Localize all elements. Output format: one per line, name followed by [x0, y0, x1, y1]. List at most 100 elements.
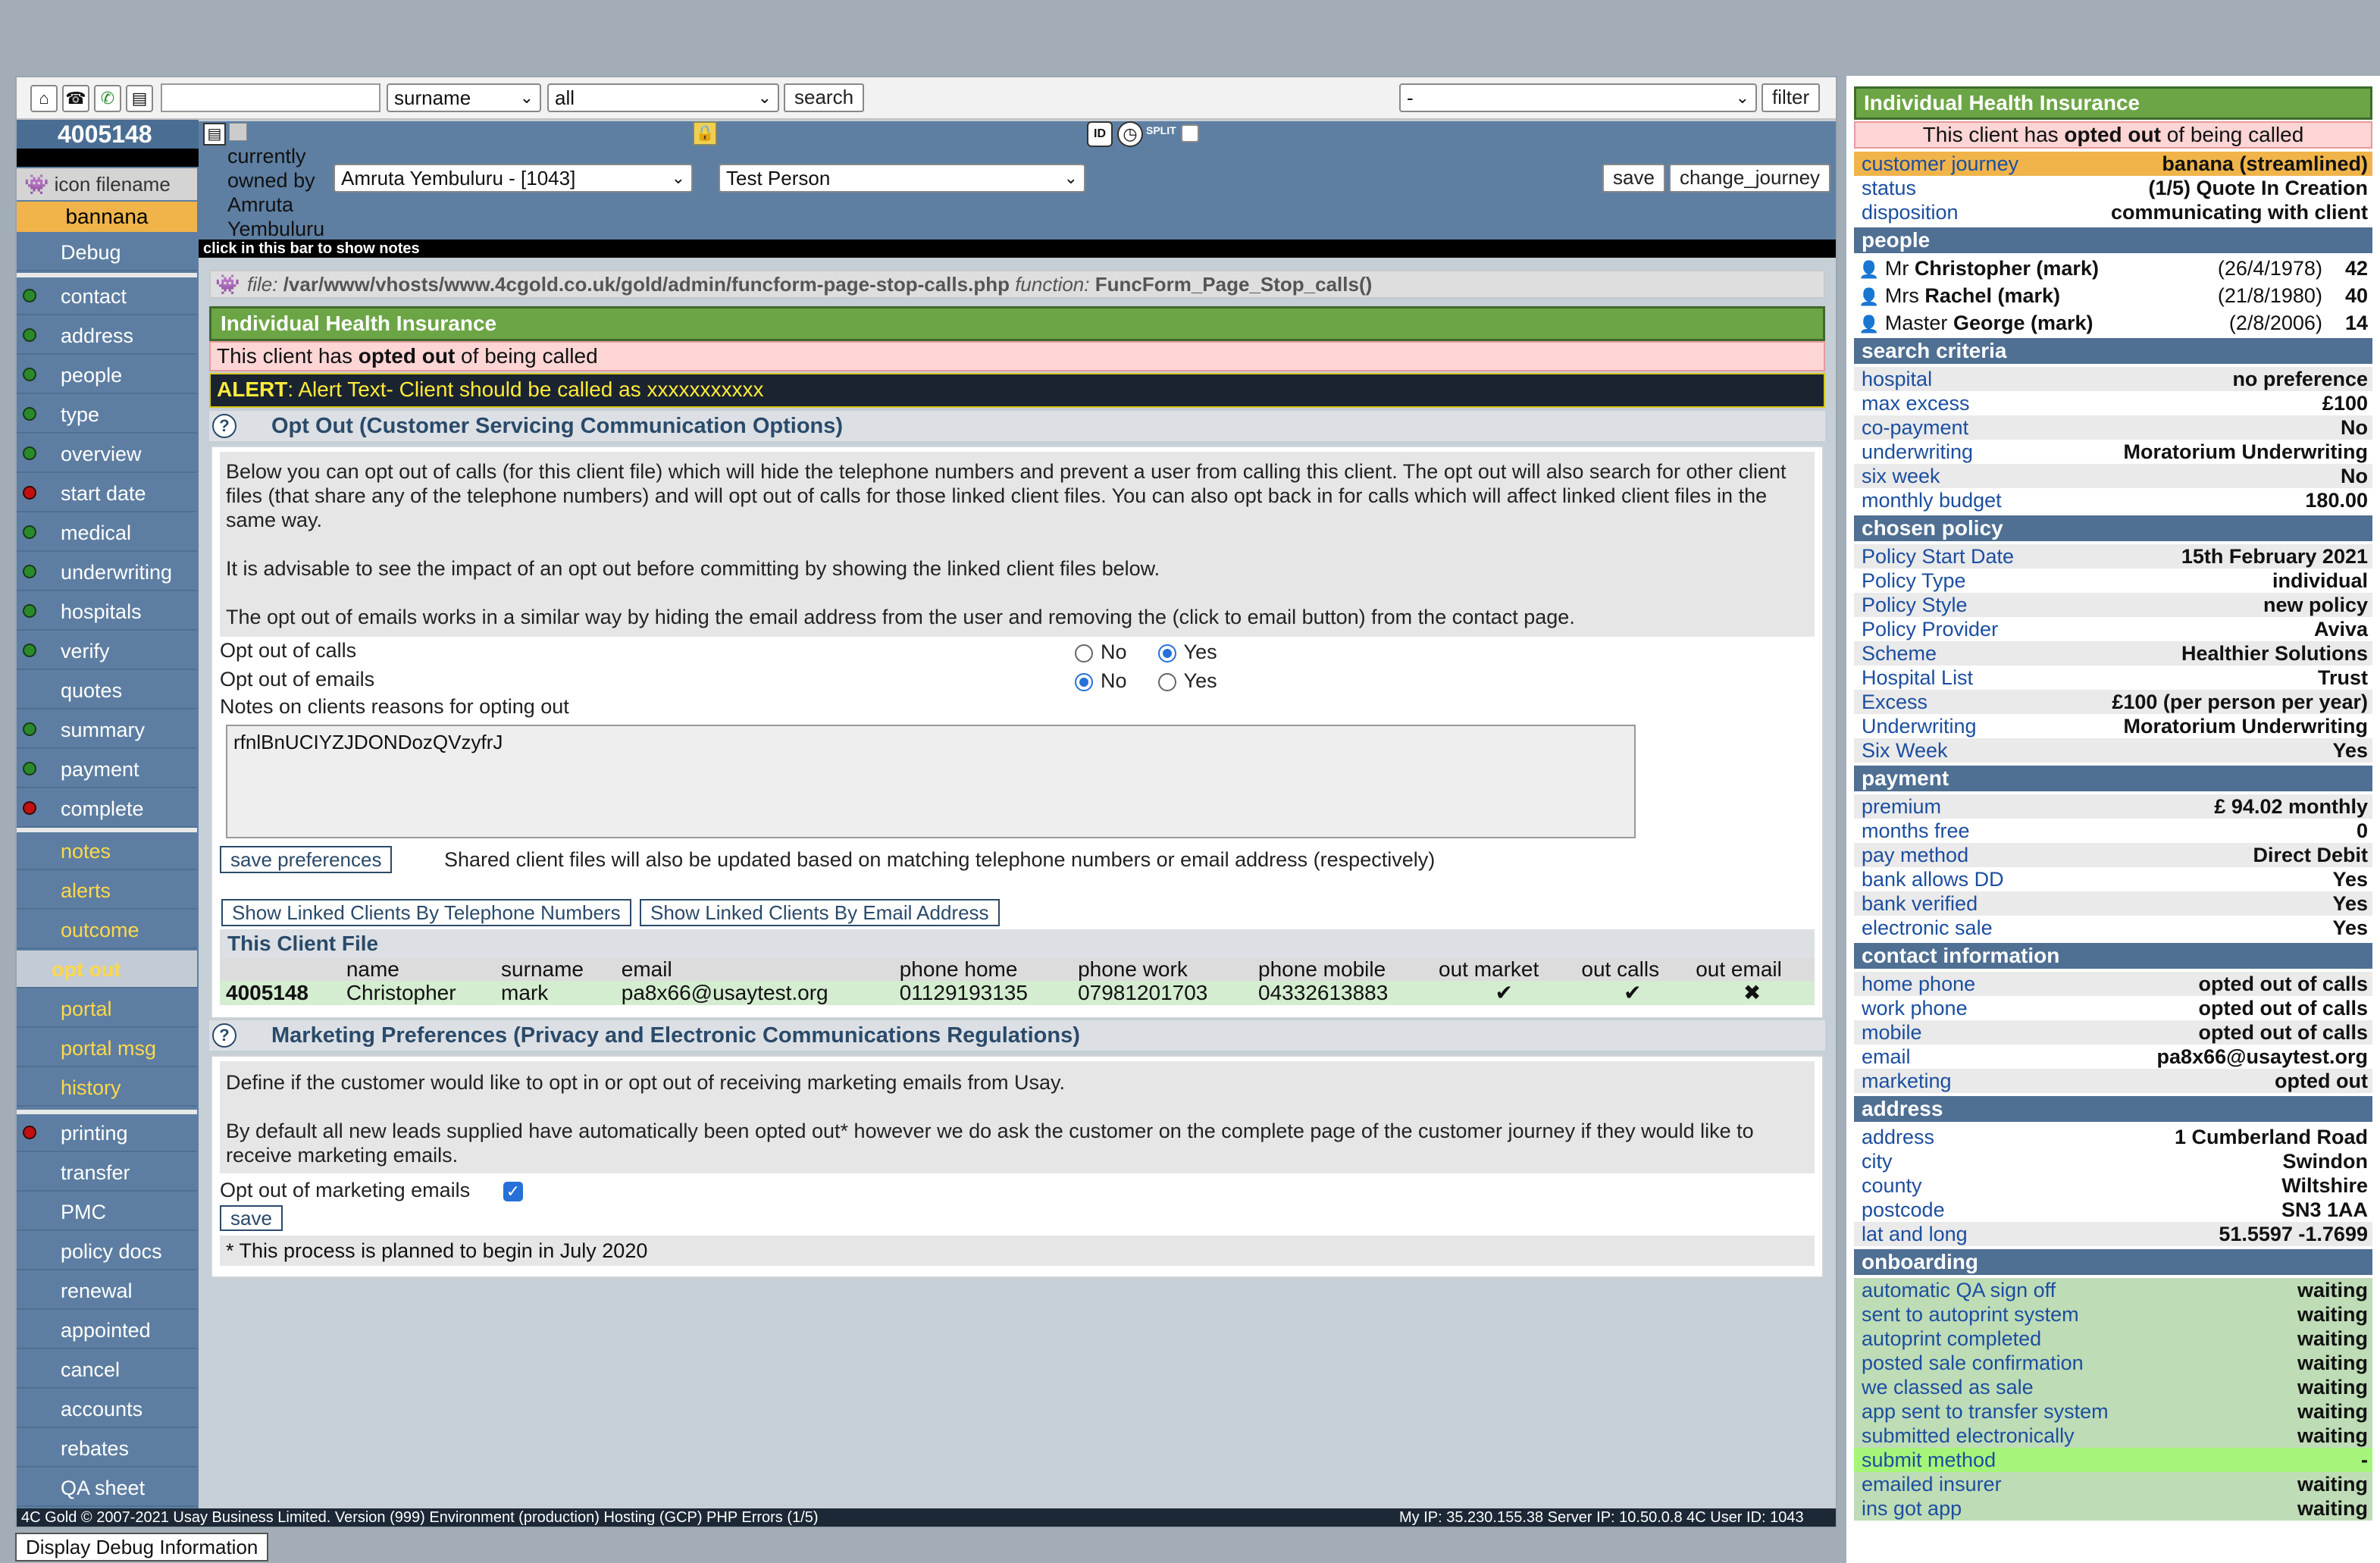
- sidebar-item-transfer[interactable]: transfer: [17, 1154, 197, 1192]
- sidebar-item-debug[interactable]: Debug: [17, 233, 197, 271]
- sidebar-item-printing[interactable]: printing: [17, 1114, 197, 1152]
- sidebar-item-cancel[interactable]: cancel: [17, 1351, 197, 1389]
- summary-row-max-excess: max excess £100: [1854, 391, 2372, 415]
- help-icon[interactable]: ?: [212, 1023, 236, 1048]
- clock-icon[interactable]: ◷: [1117, 121, 1143, 147]
- sidebar-item-notes[interactable]: notes: [17, 832, 197, 870]
- id-icon[interactable]: ID: [1087, 121, 1113, 147]
- owner-select[interactable]: Amruta Yembuluru - [1043] ⌄: [334, 164, 693, 193]
- document-icon[interactable]: ▤: [126, 85, 153, 112]
- show-linked-by-email-button[interactable]: Show Linked Clients By Email Address: [640, 899, 1000, 926]
- person-age: 42: [2344, 257, 2368, 280]
- notes-textarea[interactable]: rfnlBnUCIYZJDONDozQVzyfrJ: [226, 725, 1636, 838]
- filter-select[interactable]: - ⌄: [1399, 83, 1757, 112]
- summary-value: pa8x66@usaytest.org: [2156, 1045, 2368, 1068]
- owned-by-label: currently owned by Amruta Yembuluru: [227, 145, 325, 240]
- person-dob: (26/4/1978): [2217, 257, 2322, 280]
- change-journey-button[interactable]: change_journey: [1669, 164, 1831, 193]
- table-cell: Christopher: [340, 981, 496, 1005]
- sidebar-item-type[interactable]: type: [17, 396, 197, 434]
- sidebar-item-people[interactable]: people: [17, 356, 197, 394]
- field-select[interactable]: surname ⌄: [387, 83, 541, 112]
- summary-key: Policy Provider: [1862, 618, 1999, 641]
- section-opt-out-title: ? Opt Out (Customer Servicing Communicati…: [209, 411, 1825, 441]
- summary-key: bank verified: [1862, 892, 1978, 915]
- save-button[interactable]: save: [1602, 164, 1665, 193]
- person-dob: (2/8/2006): [2228, 312, 2322, 334]
- summary-section-search-criteria: search criteria: [1854, 338, 2372, 364]
- opt-emails-no-radio[interactable]: [1075, 672, 1093, 691]
- help-icon[interactable]: ?: [212, 414, 236, 438]
- phone-green-icon[interactable]: ✆: [94, 85, 121, 112]
- sidebar-item-policy-docs[interactable]: policy docs: [17, 1233, 197, 1270]
- show-linked-by-phone-button[interactable]: Show Linked Clients By Telephone Numbers: [221, 899, 631, 926]
- display-debug-button[interactable]: Display Debug Information: [15, 1533, 269, 1561]
- sidebar-item-medical[interactable]: medical: [17, 514, 197, 552]
- shared-note: Shared client files will also be updated…: [444, 848, 1436, 871]
- status-dot-icon: [24, 369, 35, 380]
- lock-icon[interactable]: 🔒: [693, 121, 717, 146]
- split-checkbox[interactable]: [1181, 124, 1199, 143]
- sidebar-item-accounts[interactable]: accounts: [17, 1390, 197, 1428]
- scope-select[interactable]: all ⌄: [547, 83, 779, 112]
- marketing-save-button[interactable]: save: [220, 1205, 283, 1231]
- sidebar-item-quotes[interactable]: quotes: [17, 672, 197, 709]
- summary-key: Six Week: [1862, 739, 1948, 762]
- sidebar-item-payment[interactable]: payment: [17, 750, 197, 788]
- sidebar-item-label: portal msg: [61, 1037, 157, 1060]
- alert-label: ALERT: [217, 377, 288, 401]
- sidebar-item-label: start date: [61, 482, 146, 505]
- sidebar-item-complete[interactable]: complete: [17, 790, 197, 828]
- sidebar-item-overview[interactable]: overview: [17, 435, 197, 473]
- sidebar-item-address[interactable]: address: [17, 317, 197, 355]
- sidebar-item-alerts[interactable]: alerts: [17, 872, 197, 910]
- summary-key: mobile: [1862, 1021, 1922, 1044]
- summary-row-email: email pa8x66@usaytest.org: [1854, 1045, 2372, 1069]
- summary-key: app sent to transfer system: [1862, 1400, 2109, 1423]
- search-input[interactable]: [161, 83, 380, 112]
- sidebar-item-pmc[interactable]: PMC: [17, 1193, 197, 1231]
- sidebar-item-label: type: [61, 403, 100, 426]
- sidebar-item-opt-out[interactable]: opt out: [17, 951, 197, 988]
- sidebar-item-portal[interactable]: portal: [17, 990, 197, 1028]
- opt-calls-yes-radio[interactable]: [1157, 644, 1176, 662]
- summary-value: Moratorium Underwriting: [2123, 715, 2369, 738]
- home-icon[interactable]: ⌂: [30, 85, 58, 112]
- sidebar-item-start-date[interactable]: start date: [17, 475, 197, 512]
- save-preferences-button[interactable]: save preferences: [220, 846, 393, 873]
- sidebar-item-underwriting[interactable]: underwriting: [17, 553, 197, 591]
- chevron-down-icon: ⌄: [757, 88, 772, 107]
- sidebar-item-history[interactable]: history: [17, 1069, 197, 1107]
- sidebar-item-renewal[interactable]: renewal: [17, 1272, 197, 1310]
- summary-key: six week: [1862, 465, 1940, 487]
- sidebar-item-hospitals[interactable]: hospitals: [17, 593, 197, 631]
- broken-image-icon: [229, 123, 247, 141]
- sidebar-item-portal-msg[interactable]: portal msg: [17, 1029, 197, 1067]
- sidebar-item-appointed[interactable]: appointed: [17, 1311, 197, 1349]
- sidebar-item-label: notes: [61, 840, 111, 863]
- notes-icon[interactable]: ▤: [203, 123, 226, 146]
- summary-value: SN3 1AA: [2281, 1198, 2368, 1221]
- sidebar-item-outcome[interactable]: outcome: [17, 911, 197, 949]
- sidebar-item-summary[interactable]: summary: [17, 711, 197, 749]
- sidebar-item-rebates[interactable]: rebates: [17, 1430, 197, 1467]
- summary-value: waiting: [2297, 1497, 2368, 1520]
- opt-calls-no-radio[interactable]: [1075, 644, 1093, 662]
- search-button[interactable]: search: [784, 83, 865, 112]
- sidebar-item-qa-sheet[interactable]: QA sheet: [17, 1469, 197, 1507]
- filter-button[interactable]: filter: [1762, 83, 1821, 112]
- sidebar-item-label: outcome: [61, 919, 139, 941]
- summary-key: bank allows DD: [1862, 868, 2004, 891]
- sidebar-item-contact[interactable]: contact: [17, 277, 197, 315]
- person-dob: (21/8/1980): [2217, 284, 2322, 307]
- opt-marketing-checkbox[interactable]: ✓: [503, 1178, 523, 1202]
- sidebar-item-label: summary: [61, 719, 146, 741]
- top-toolbar: ⌂ ☎ ✆ ▤ surname ⌄ all ⌄ search - ⌄ filter: [17, 77, 1836, 120]
- summary-row-address: address 1 Cumberland Road: [1854, 1125, 2372, 1149]
- summary-value: £100: [2322, 392, 2368, 415]
- sidebar-item-verify[interactable]: verify: [17, 632, 197, 670]
- opt-emails-yes-radio[interactable]: [1157, 672, 1176, 691]
- phone-icon[interactable]: ☎: [62, 85, 89, 112]
- person-select[interactable]: Test Person ⌄: [719, 164, 1085, 193]
- notes-bar[interactable]: click in this bar to show notes: [199, 240, 1836, 258]
